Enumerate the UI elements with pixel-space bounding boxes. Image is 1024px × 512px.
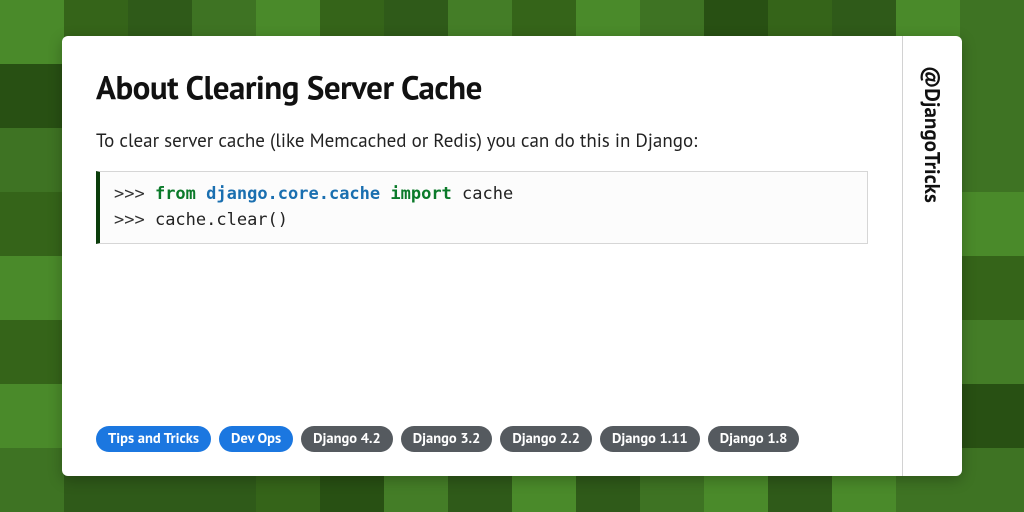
tag[interactable]: Tips and Tricks [96,426,211,452]
tag[interactable]: Django 3.2 [401,426,493,452]
author-handle: @DjangoTricks [919,66,946,203]
tag[interactable]: Django 4.2 [301,426,393,452]
code-block: >>> from django.core.cache import cache … [96,171,868,244]
sidebar: @DjangoTricks [902,36,962,476]
tag[interactable]: Django 2.2 [500,426,592,452]
main-column: About Clearing Server Cache To clear ser… [62,36,902,476]
page-title: About Clearing Server Cache [96,66,868,109]
tag[interactable]: Dev Ops [219,426,293,452]
card: About Clearing Server Cache To clear ser… [62,36,962,476]
tag[interactable]: Django 1.8 [708,426,800,452]
description: To clear server cache (like Memcached or… [96,129,868,153]
tag-list: Tips and Tricks Dev Ops Django 4.2 Django 3… [96,426,868,452]
tag[interactable]: Django 1.11 [600,426,700,452]
